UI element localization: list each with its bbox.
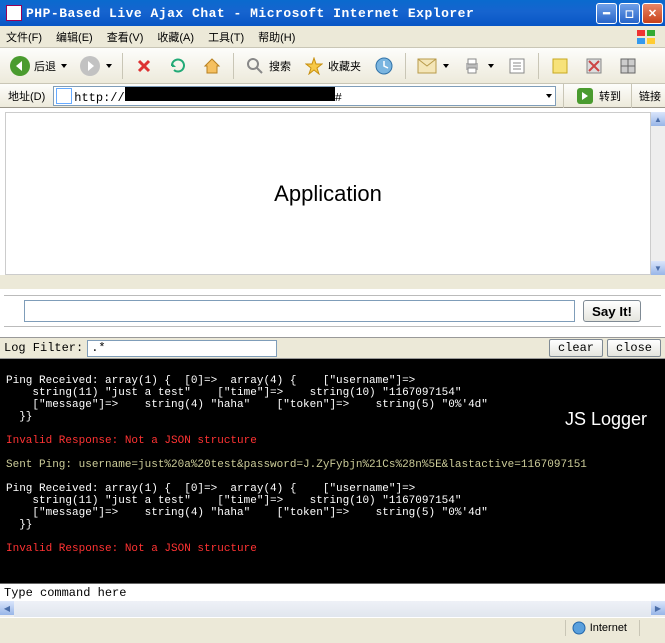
search-button[interactable]: 搜索 — [239, 51, 296, 81]
page-icon — [56, 88, 72, 104]
chevron-down-icon — [61, 64, 67, 68]
address-field[interactable]: http://# — [53, 86, 556, 106]
forward-icon — [79, 55, 101, 77]
clear-button[interactable]: clear — [549, 339, 603, 357]
history-icon — [373, 55, 395, 77]
say-it-button[interactable]: Say It! — [583, 300, 641, 322]
menu-favorites[interactable]: 收藏(A) — [157, 29, 194, 45]
logger-header: Log Filter: clear close — [0, 337, 665, 359]
log-filter-label: Log Filter: — [4, 341, 83, 355]
menubar: 文件(F) 编辑(E) 查看(V) 收藏(A) 工具(T) 帮助(H) — [0, 26, 665, 48]
ie-page-icon — [6, 5, 22, 21]
mail-button[interactable] — [411, 51, 454, 81]
tool2-button[interactable] — [612, 51, 644, 81]
grid-icon — [617, 55, 639, 77]
go-button[interactable]: 转到 — [571, 85, 624, 107]
print-icon — [461, 55, 483, 77]
chevron-down-icon — [488, 64, 494, 68]
chevron-down-icon — [443, 64, 449, 68]
print-button[interactable] — [456, 51, 499, 81]
search-label: 搜索 — [269, 58, 291, 74]
note-icon — [549, 55, 571, 77]
toolbar: 后退 搜索 收藏夹 — [0, 48, 665, 84]
window-title: PHP-Based Live Ajax Chat - Microsoft Int… — [26, 6, 596, 21]
go-icon — [574, 85, 596, 107]
close-window-button[interactable]: ✕ — [642, 3, 663, 24]
command-input[interactable] — [0, 583, 665, 601]
titlebar: PHP-Based Live Ajax Chat - Microsoft Int… — [0, 0, 665, 26]
menu-file[interactable]: 文件(F) — [6, 29, 42, 45]
status-zone: Internet — [565, 620, 633, 636]
maximize-button[interactable]: ◻ — [619, 3, 640, 24]
shield-icon — [583, 55, 605, 77]
chat-input[interactable] — [24, 300, 575, 322]
scroll-right-icon[interactable]: ▶ — [651, 601, 665, 615]
minimize-button[interactable]: ━ — [596, 3, 617, 24]
forward-button[interactable] — [74, 51, 117, 81]
globe-icon — [572, 621, 586, 635]
logger-panel: Log Filter: clear close Ping Received: a… — [0, 337, 665, 601]
history-button[interactable] — [368, 51, 400, 81]
back-label: 后退 — [34, 58, 56, 74]
address-bar: 地址(D) http://# 转到 链接 — [0, 84, 665, 108]
scroll-down-icon[interactable]: ▼ — [651, 261, 665, 275]
menu-view[interactable]: 查看(V) — [107, 29, 144, 45]
address-label: 地址(D) — [4, 88, 49, 104]
stop-icon — [133, 55, 155, 77]
close-logger-button[interactable]: close — [607, 339, 661, 357]
vertical-scrollbar[interactable]: ▲ ▼ — [651, 112, 665, 275]
app-heading: Application — [274, 181, 382, 207]
chat-input-row: Say It! — [4, 295, 661, 327]
windows-flag-icon — [635, 28, 659, 46]
horizontal-scrollbar[interactable]: ◀ ▶ — [0, 601, 665, 617]
logger-brand: JS Logger — [565, 409, 647, 430]
chat-display: Application ▲ ▼ — [0, 108, 665, 289]
console-output: Ping Received: array(1) { [0]=> array(4)… — [0, 359, 665, 583]
refresh-icon — [167, 55, 189, 77]
address-text: http://# — [74, 87, 342, 105]
refresh-button[interactable] — [162, 51, 194, 81]
links-label[interactable]: 链接 — [639, 88, 661, 104]
chevron-down-icon[interactable] — [546, 94, 552, 98]
edit-button[interactable] — [501, 51, 533, 81]
discuss-button[interactable] — [544, 51, 576, 81]
status-bar: Internet — [0, 617, 665, 637]
log-filter-input[interactable] — [87, 340, 277, 357]
home-icon — [201, 55, 223, 77]
content-area: Application ▲ ▼ Say It! Log Filter: clea… — [0, 108, 665, 617]
back-button[interactable]: 后退 — [4, 51, 72, 81]
menu-help[interactable]: 帮助(H) — [258, 29, 295, 45]
tool1-button[interactable] — [578, 51, 610, 81]
scroll-up-icon[interactable]: ▲ — [651, 112, 665, 126]
scroll-left-icon[interactable]: ◀ — [0, 601, 14, 615]
resize-grip-icon[interactable] — [639, 620, 659, 636]
chevron-down-icon — [106, 64, 112, 68]
search-icon — [244, 55, 266, 77]
mail-icon — [416, 55, 438, 77]
edit-icon — [506, 55, 528, 77]
back-icon — [9, 55, 31, 77]
menu-edit[interactable]: 编辑(E) — [56, 29, 93, 45]
star-icon — [303, 55, 325, 77]
favorites-label: 收藏夹 — [328, 58, 361, 74]
stop-button[interactable] — [128, 51, 160, 81]
home-button[interactable] — [196, 51, 228, 81]
favorites-button[interactable]: 收藏夹 — [298, 51, 366, 81]
go-label: 转到 — [599, 88, 621, 104]
menu-tools[interactable]: 工具(T) — [208, 29, 244, 45]
